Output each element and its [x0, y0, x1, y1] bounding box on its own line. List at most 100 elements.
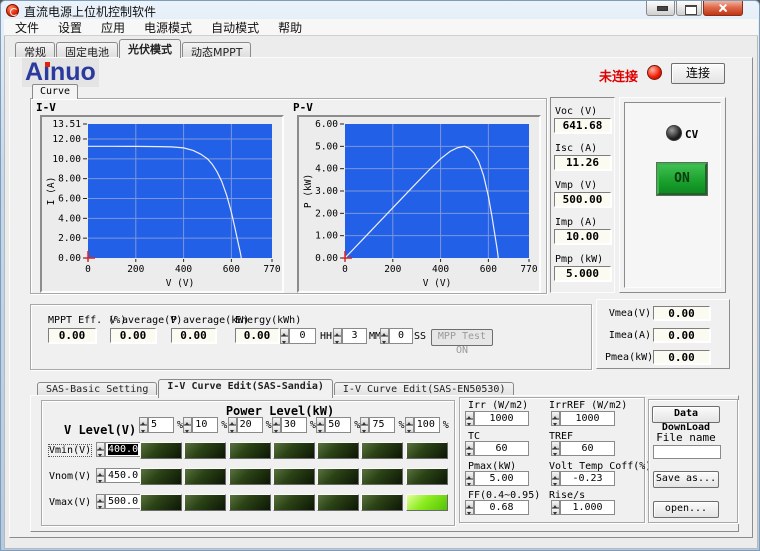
pmax-stepper[interactable] [465, 471, 474, 486]
tab-pv-mode[interactable]: 光伏模式 [119, 39, 181, 58]
file-name-field[interactable] [653, 445, 721, 459]
irr-stepper[interactable] [465, 411, 474, 426]
menu-application[interactable]: 应用 [98, 19, 128, 36]
tref-field[interactable]: 60 [560, 441, 615, 456]
pv-mode-page: Aınuo 未连接 连接 Curve I-V 02004006007700.00… [9, 57, 753, 538]
svg-text:770: 770 [263, 264, 280, 275]
iv-cell[interactable] [317, 468, 359, 485]
data-download-button[interactable]: Data DownLoad [652, 406, 720, 423]
power-level-1-stepper[interactable] [183, 417, 192, 433]
iv-cell[interactable] [406, 442, 448, 459]
iv-cell[interactable] [317, 494, 359, 511]
maximize-button[interactable] [676, 1, 702, 16]
iv-cell[interactable] [406, 468, 448, 485]
power-level-5-stepper[interactable] [360, 417, 369, 433]
tab-fixed-battery[interactable]: 固定电池 [56, 42, 118, 58]
mm-field[interactable]: 3 [342, 328, 367, 344]
ss-field[interactable]: 0 [389, 328, 413, 344]
svg-text:12.00: 12.00 [52, 134, 81, 145]
menu-power-mode[interactable]: 电源模式 [141, 19, 195, 36]
iv-cell[interactable] [273, 442, 315, 459]
tc-field[interactable]: 60 [474, 441, 529, 456]
power-level-2-stepper[interactable] [228, 417, 237, 433]
irrref-field[interactable]: 1000 [560, 411, 615, 426]
cv-label: CV [685, 128, 698, 141]
rise-stepper[interactable] [551, 500, 560, 515]
menu-help[interactable]: 帮助 [275, 19, 305, 36]
power-level-2: 20% [228, 417, 272, 433]
iv-cell[interactable] [361, 468, 403, 485]
hh-field[interactable]: 0 [289, 328, 316, 344]
vmin-stepper[interactable] [96, 442, 105, 457]
imp-label: Imp (A) [555, 217, 597, 228]
on-button[interactable]: ON [657, 163, 707, 195]
iv-cell[interactable] [184, 468, 226, 485]
save-as-button[interactable]: Save as... [653, 471, 719, 488]
tc-stepper[interactable] [465, 441, 474, 456]
iv-cell[interactable] [361, 442, 403, 459]
power-level-5: 75% [360, 417, 404, 433]
iv-cell[interactable] [406, 494, 448, 511]
tref-stepper[interactable] [551, 441, 560, 456]
iv-cell[interactable] [273, 468, 315, 485]
iv-cell[interactable] [184, 494, 226, 511]
iv-chart[interactable]: 02004006007700.002.004.006.008.0010.0012… [40, 115, 284, 293]
voc-value: 641.68 [554, 118, 611, 133]
power-level-4-field[interactable]: 50 [325, 417, 351, 433]
iv-cell[interactable] [229, 442, 271, 459]
tab-general[interactable]: 常规 [15, 42, 55, 58]
curve-subtab[interactable]: Curve [32, 84, 78, 99]
mpp-test-button[interactable]: MPP Test ON [431, 329, 493, 346]
iv-cell[interactable] [273, 494, 315, 511]
mm-stepper[interactable] [333, 328, 342, 344]
power-level-2-field[interactable]: 20 [237, 417, 263, 433]
ss-stepper[interactable] [380, 328, 389, 344]
power-level-0-field[interactable]: 5 [148, 417, 174, 433]
iv-cell[interactable] [317, 442, 359, 459]
power-level-6-field[interactable]: 100 [414, 417, 440, 433]
vnom-stepper[interactable] [96, 468, 105, 483]
power-level-5-field[interactable]: 75 [369, 417, 395, 433]
power-level-3-field[interactable]: 30 [281, 417, 307, 433]
ff-field[interactable]: 0.68 [474, 500, 529, 515]
connect-button[interactable]: 连接 [671, 63, 725, 84]
irrref-stepper[interactable] [551, 411, 560, 426]
power-level-0-stepper[interactable] [139, 417, 148, 433]
vmax-stepper[interactable] [96, 494, 105, 509]
tab-dynamic-mppt[interactable]: 动态MPPT [182, 42, 251, 58]
iv-cell[interactable] [140, 494, 182, 511]
irr-field[interactable]: 1000 [474, 411, 529, 426]
v-level-label: V Level(V) [64, 423, 136, 437]
iv-cell[interactable] [140, 442, 182, 459]
iv-cell[interactable] [229, 494, 271, 511]
vmp-label: Vmp (V) [555, 180, 597, 191]
svg-text:400: 400 [175, 264, 192, 275]
menu-file[interactable]: 文件 [12, 19, 42, 36]
power-level-4-stepper[interactable] [316, 417, 325, 433]
power-level-6-stepper[interactable] [405, 417, 414, 433]
pmax-field[interactable]: 5.00 [474, 471, 529, 486]
menu-auto-mode[interactable]: 自动模式 [208, 19, 262, 36]
svg-text:0: 0 [85, 264, 91, 275]
svg-text:I (A): I (A) [46, 177, 57, 206]
close-button[interactable] [703, 1, 743, 16]
tab-sas-sandia[interactable]: I-V Curve Edit(SAS-Sandia) [158, 379, 333, 398]
power-level-3-stepper[interactable] [272, 417, 281, 433]
rise-field[interactable]: 1.000 [560, 500, 615, 515]
volt-temp-coff-field[interactable]: -0.23 [560, 471, 615, 486]
svg-text:V (V): V (V) [166, 278, 195, 289]
pv-chart-title: P-V [293, 101, 313, 114]
minimize-button[interactable] [646, 1, 675, 16]
open-button[interactable]: open... [653, 501, 719, 518]
ff-stepper[interactable] [465, 500, 474, 515]
iv-cell[interactable] [361, 494, 403, 511]
menu-settings[interactable]: 设置 [55, 19, 85, 36]
volt-temp-coff-stepper[interactable] [551, 471, 560, 486]
pv-chart[interactable]: 02004006007700.001.002.003.004.005.006.0… [297, 115, 541, 293]
iv-cell[interactable] [184, 442, 226, 459]
hh-stepper[interactable] [280, 328, 289, 344]
iv-cell[interactable] [140, 468, 182, 485]
power-level-1-field[interactable]: 10 [192, 417, 218, 433]
iv-cell[interactable] [229, 468, 271, 485]
isc-value: 11.26 [554, 155, 611, 170]
